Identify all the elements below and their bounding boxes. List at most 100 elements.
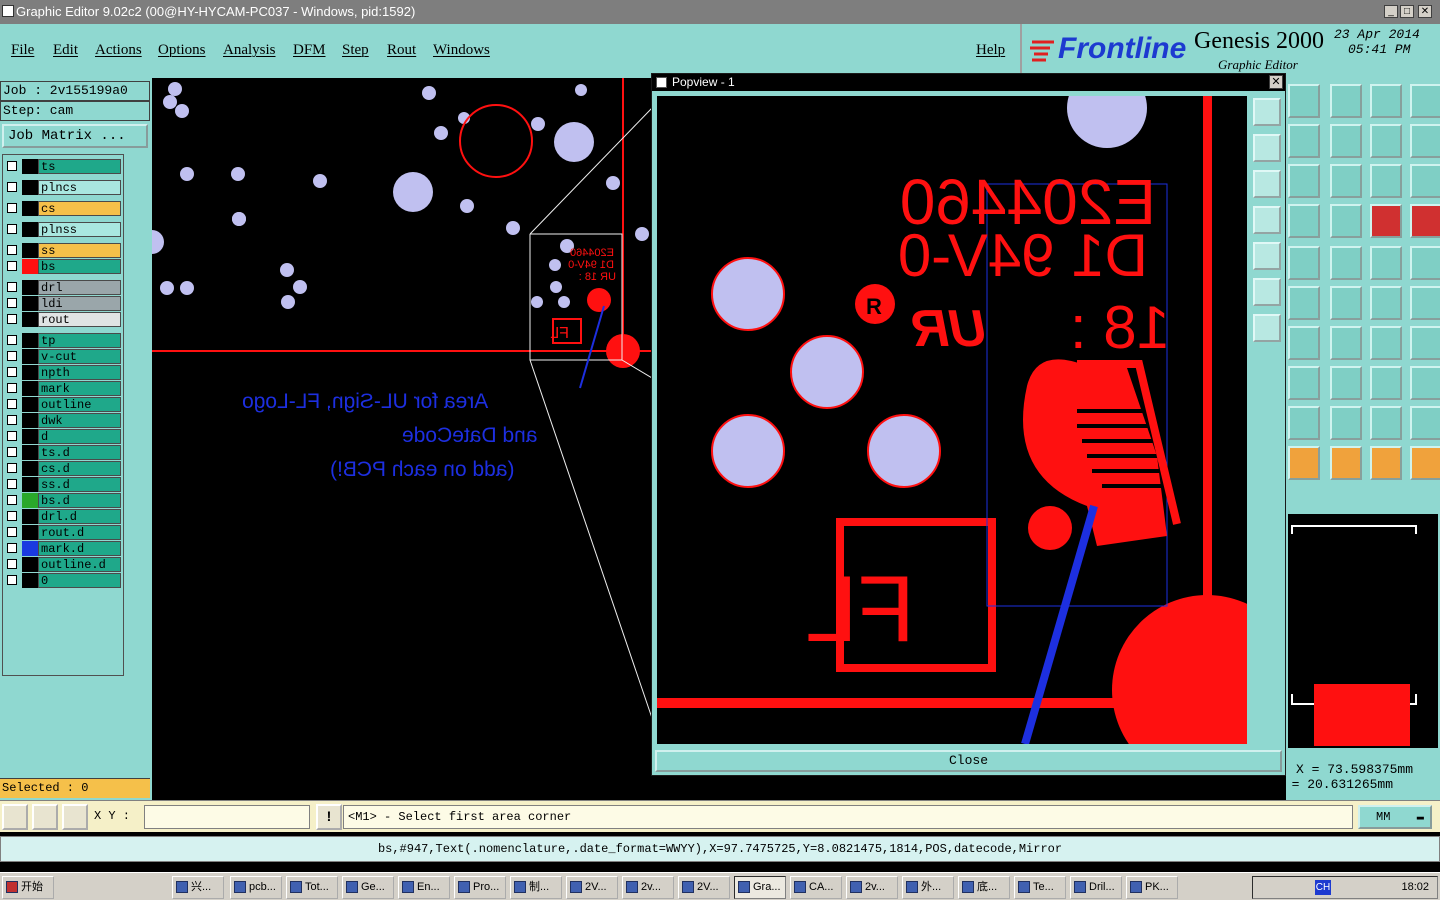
taskbar-task[interactable]: PK... [1126,876,1178,899]
menu-edit[interactable]: Edit [53,42,78,59]
layer-row-drl-d[interactable]: drl.d [3,509,121,524]
job-matrix-button[interactable]: Job Matrix ... [2,124,148,148]
layer-row-tp[interactable]: tp [3,333,121,348]
menu-options[interactable]: Options [158,42,206,59]
grid-icon[interactable] [62,804,88,830]
tool-point-icon[interactable] [1288,366,1320,400]
tool-tri2-icon[interactable] [1330,406,1362,440]
taskbar-task[interactable]: 外... [902,876,954,899]
layer-checkbox[interactable] [7,367,17,377]
menu-file[interactable]: File [11,42,34,59]
layer-name[interactable]: npth [38,365,121,380]
layer-name[interactable]: drl.d [38,509,121,524]
taskbar-task[interactable]: 2v... [622,876,674,899]
tool-arc-icon[interactable] [1370,326,1402,360]
tool-pad-icon[interactable] [1288,246,1320,280]
units-select[interactable]: MM ▬ [1358,805,1432,829]
layer-checkbox[interactable] [7,415,17,425]
layer-checkbox[interactable] [7,527,17,537]
tool-net2-icon[interactable] [1410,204,1440,238]
layer-row-rout-d[interactable]: rout.d [3,525,121,540]
layer-checkbox[interactable] [7,399,17,409]
menu-rout[interactable]: Rout [387,42,416,59]
tool-select4-icon[interactable] [1410,446,1440,480]
taskbar-task[interactable]: En... [398,876,450,899]
taskbar-task[interactable]: CA... [790,876,842,899]
layer-name[interactable]: bs.d [38,493,121,508]
tool-move-icon[interactable] [1330,84,1362,118]
maximize-button[interactable]: □ [1400,5,1414,18]
taskbar-task[interactable]: Pro... [454,876,506,899]
layer-row-ts[interactable]: ts [3,159,121,174]
layer-name[interactable]: ldi [38,296,121,311]
layer-row-ts-d[interactable]: ts.d [3,445,121,460]
layer-name[interactable]: tp [38,333,121,348]
layer-checkbox[interactable] [7,351,17,361]
layer-row-bs[interactable]: bs [3,259,121,274]
layer-name[interactable]: plncs [38,180,121,195]
tool-resize-icon[interactable] [1330,124,1362,158]
layer-name[interactable]: 0 [38,573,121,588]
layer-name[interactable]: mark.d [38,541,121,556]
layer-checkbox[interactable] [7,161,17,171]
layer-row-rout[interactable]: rout [3,312,121,327]
menu-help[interactable]: Help [976,42,1005,59]
layer-checkbox[interactable] [7,447,17,457]
layer-row-npth[interactable]: npth [3,365,121,380]
tool-key-icon[interactable] [1330,204,1362,238]
taskbar-task[interactable]: Te... [1014,876,1066,899]
tool-tri4-icon[interactable] [1410,406,1440,440]
layer-name[interactable]: ts.d [38,445,121,460]
layer-checkbox[interactable] [7,298,17,308]
taskbar-task[interactable]: 2V... [678,876,730,899]
taskbar-task[interactable]: Gra... [734,876,786,899]
layer-row-outline-d[interactable]: outline.d [3,557,121,572]
tool-measure-icon[interactable] [1370,366,1402,400]
taskbar-task[interactable]: 2v... [846,876,898,899]
xy-input[interactable] [144,805,310,829]
popview-pan-down-icon[interactable] [1253,170,1281,198]
tool-cross-icon[interactable] [1330,286,1362,320]
tool-connect-icon[interactable] [1288,286,1320,320]
layer-row-drl[interactable]: drl [3,280,121,295]
tool-transform-icon[interactable] [1330,164,1362,198]
layer-checkbox[interactable] [7,335,17,345]
layer-name[interactable]: d [38,429,121,444]
layer-checkbox[interactable] [7,203,17,213]
layer-checkbox[interactable] [7,463,17,473]
layer-row-plnss[interactable]: plnss [3,222,121,237]
layer-name[interactable]: outline [38,397,121,412]
tool-align-icon[interactable] [1410,124,1440,158]
tool-tri-icon[interactable] [1288,406,1320,440]
menu-step[interactable]: Step [342,42,369,59]
popview-close-button[interactable]: Close [655,750,1282,772]
layer-row-dwk[interactable]: dwk [3,413,121,428]
tool-tri3-icon[interactable] [1370,406,1402,440]
tool-help-icon[interactable] [1410,164,1440,198]
layer-name[interactable]: rout.d [38,525,121,540]
layer-checkbox[interactable] [7,245,17,255]
layer-name[interactable]: ts [38,159,121,174]
layer-checkbox[interactable] [7,383,17,393]
layer-row-ss-d[interactable]: ss.d [3,477,121,492]
popview-canvas[interactable]: E204460 D1 94V-0 18 : UR R FL [657,96,1247,744]
layer-checkbox[interactable] [7,261,17,271]
layer-name[interactable]: cs.d [38,461,121,476]
layer-checkbox[interactable] [7,182,17,192]
popview-zoom-icon[interactable] [1253,98,1281,126]
tool-scale-icon[interactable] [1370,164,1402,198]
taskbar-task[interactable]: 2V... [566,876,618,899]
tool-dot-icon[interactable] [1410,246,1440,280]
taskbar-task[interactable]: 兴... [172,876,224,899]
popview-fit-icon[interactable] [1253,278,1281,306]
tool-segment2-icon[interactable] [1410,286,1440,320]
layer-name[interactable]: plnss [38,222,121,237]
tool-angle-icon[interactable] [1288,326,1320,360]
layer-name[interactable]: outline.d [38,557,121,572]
layer-row-ss[interactable]: ss [3,243,121,258]
tool-select2-icon[interactable] [1330,446,1362,480]
layer-checkbox[interactable] [7,543,17,553]
tool-mirror-icon[interactable] [1370,124,1402,158]
layer-row-bs-d[interactable]: bs.d [3,493,121,508]
taskbar-task[interactable]: Dril... [1070,876,1122,899]
